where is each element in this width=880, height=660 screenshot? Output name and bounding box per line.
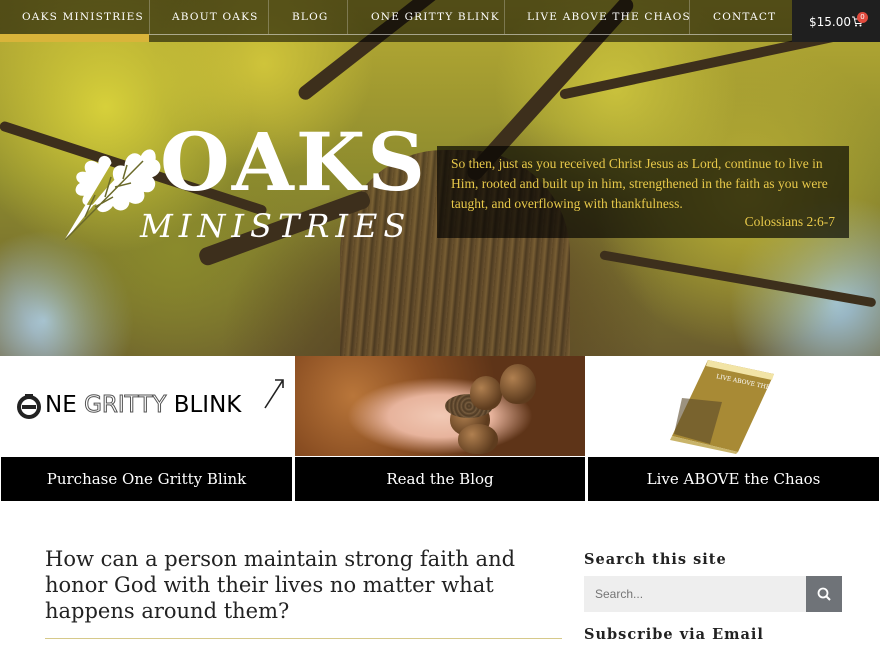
arrow-icon	[264, 379, 284, 409]
book-icon: LIVE ABOVE THE CHAOS	[670, 360, 776, 454]
nav-separator	[689, 0, 690, 34]
book-cover-image: LIVE ABOVE THE CHAOS	[588, 356, 879, 456]
nav-item-blog[interactable]: Blog	[292, 11, 329, 23]
promo-tile-live-above-the-chaos: LIVE ABOVE THE CHAOS Live ABOVE the Chao…	[588, 356, 879, 501]
verse-reference: Colossians 2:6-7	[744, 214, 835, 229]
eye-icon	[17, 394, 41, 419]
search-input[interactable]	[584, 576, 806, 612]
nav-item-live-above-the-chaos[interactable]: Live Above The Chaos	[527, 11, 691, 23]
logo-oaks: OAKS	[160, 115, 428, 209]
divider	[45, 638, 562, 639]
nav-item-one-gritty-blink[interactable]: One Gritty Blink	[371, 11, 500, 23]
nav-separator	[504, 0, 505, 34]
acorn	[500, 364, 536, 404]
search-button[interactable]	[806, 576, 842, 612]
read-the-blog-button[interactable]: Read the Blog	[295, 457, 585, 501]
nav-separator	[149, 0, 150, 34]
cart-total: $15.00	[809, 15, 851, 29]
logo-word-blink: BLINK	[173, 392, 242, 418]
nav-active-indicator	[0, 34, 149, 42]
one-gritty-blink-logo-image: NE GRITTY BLINK	[1, 356, 292, 456]
nav-item-about-oaks[interactable]: About Oaks	[172, 11, 259, 23]
cart-button[interactable]: $15.00	[792, 0, 880, 42]
branch	[599, 250, 877, 308]
nav-separator	[347, 0, 348, 34]
acorn	[470, 376, 502, 410]
verse-text: So then, just as you received Christ Jes…	[451, 156, 828, 211]
nav-item-contact[interactable]: Contact	[713, 11, 776, 23]
search-icon	[817, 587, 831, 601]
scripture-verse-box: So then, just as you received Christ Jes…	[437, 146, 849, 238]
cart-count-badge: 0	[857, 12, 868, 23]
acorns-in-hand-image	[295, 356, 585, 456]
promo-tile-one-gritty-blink: NE GRITTY BLINK Purchase One Gritty Blin…	[1, 356, 292, 501]
logo-word-gritty: GRITTY	[84, 392, 167, 419]
acorn	[458, 424, 498, 454]
promo-tile-blog: Read the Blog	[295, 356, 585, 501]
page-headline: How can a person maintain strong faith a…	[45, 547, 516, 623]
nav-underline	[149, 34, 792, 35]
nav-separator	[268, 0, 269, 34]
top-navigation: Oaks Ministries About Oaks Blog One Grit…	[0, 0, 880, 42]
nav-item-oaks-ministries[interactable]: Oaks Ministries	[22, 11, 144, 23]
logo-word-one: NE	[45, 392, 77, 418]
one-gritty-blink-logo-text: NE GRITTY BLINK	[45, 392, 242, 419]
purchase-one-gritty-blink-button[interactable]: Purchase One Gritty Blink	[1, 457, 292, 501]
logo-ministries: MINISTRIES	[140, 207, 412, 245]
search-widget-title: Search this site	[584, 551, 727, 568]
live-above-the-chaos-button[interactable]: Live ABOVE the Chaos	[588, 457, 879, 501]
subscribe-widget-title: Subscribe via Email	[584, 626, 764, 643]
